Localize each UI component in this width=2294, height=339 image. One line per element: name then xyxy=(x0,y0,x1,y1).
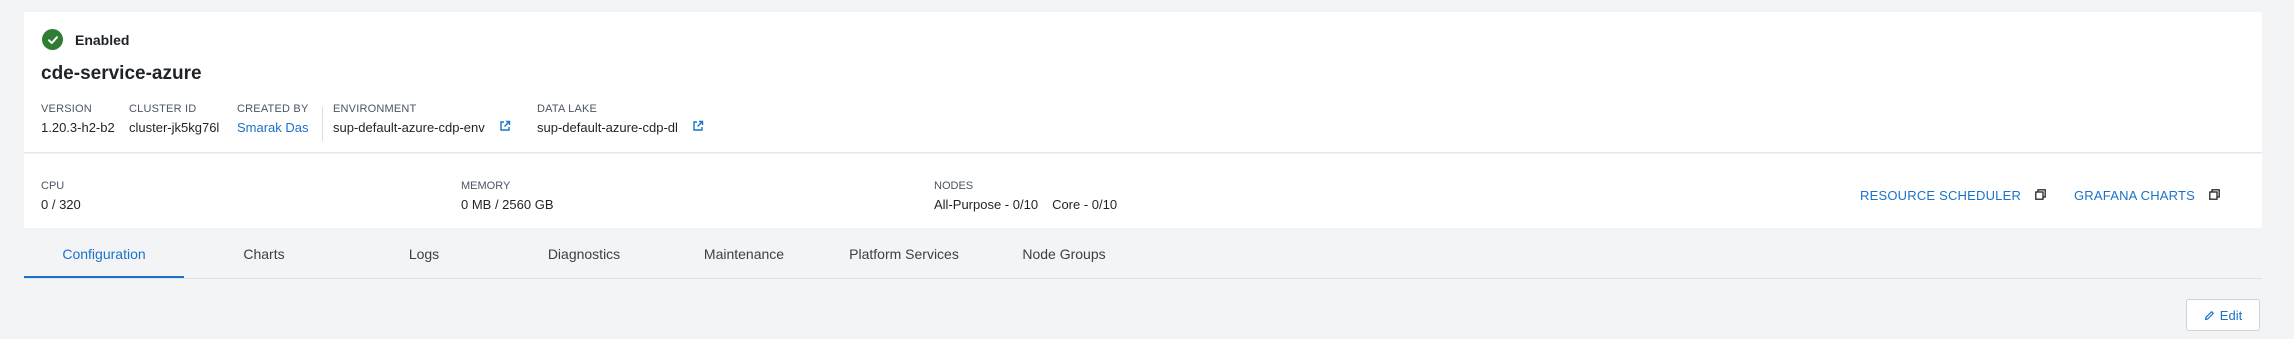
environment-field: ENVIRONMENT sup-default-azure-cdp-env xyxy=(333,103,511,135)
memory-value: 0 MB / 2560 GB xyxy=(461,197,554,212)
resource-scheduler-button[interactable]: RESOURCE SCHEDULER xyxy=(1860,188,2046,203)
created-by-key: CREATED BY xyxy=(237,103,309,115)
tab-platform-services[interactable]: Platform Services xyxy=(824,232,984,276)
version-key: VERSION xyxy=(41,103,92,115)
cpu-key: CPU xyxy=(41,180,65,192)
status-indicator: Enabled xyxy=(42,29,129,50)
grafana-charts-label: GRAFANA CHARTS xyxy=(2074,188,2196,203)
resource-stats-card: CPU 0 / 320 MEMORY 0 MB / 2560 GB NODES … xyxy=(24,154,2262,228)
cluster-id-value: cluster-jk5kg76l xyxy=(129,120,220,135)
nodes-stat: NODES All-Purpose - 0/10 Core - 0/10 xyxy=(934,180,1117,212)
edit-label: Edit xyxy=(2219,307,2243,323)
tab-node-groups[interactable]: Node Groups xyxy=(984,232,1144,276)
data-lake-value: sup-default-azure-cdp-dl xyxy=(537,120,678,135)
service-summary-card: Enabled cde-service-azure VERSION 1.20.3… xyxy=(24,12,2262,153)
service-title: cde-service-azure xyxy=(41,63,202,84)
status-label: Enabled xyxy=(75,31,130,48)
grafana-charts-button[interactable]: GRAFANA CHARTS xyxy=(2074,188,2220,203)
created-by-link[interactable]: Smarak Das xyxy=(237,120,309,135)
resource-scheduler-label: RESOURCE SCHEDULER xyxy=(1860,188,2022,203)
external-link-icon[interactable] xyxy=(499,120,511,135)
nodes-core: Core - 0/10 xyxy=(1052,197,1118,212)
created-by-field: CREATED BY Smarak Das xyxy=(237,103,309,135)
cpu-stat: CPU 0 / 320 xyxy=(41,180,81,212)
memory-key: MEMORY xyxy=(461,180,511,192)
edit-button[interactable]: Edit xyxy=(2186,299,2260,331)
tab-maintenance[interactable]: Maintenance xyxy=(664,232,824,276)
check-circle-icon xyxy=(42,29,63,50)
cpu-value: 0 / 320 xyxy=(41,197,81,212)
environment-key: ENVIRONMENT xyxy=(333,103,417,115)
pencil-icon xyxy=(2204,310,2215,321)
cluster-id-field: CLUSTER ID cluster-jk5kg76l xyxy=(129,103,219,135)
external-link-icon[interactable] xyxy=(692,120,704,135)
tab-configuration[interactable]: Configuration xyxy=(24,232,184,278)
memory-stat: MEMORY 0 MB / 2560 GB xyxy=(461,180,554,212)
tab-diagnostics[interactable]: Diagnostics xyxy=(504,232,664,276)
environment-value: sup-default-azure-cdp-env xyxy=(333,120,485,135)
open-in-new-window-icon xyxy=(2209,188,2220,203)
cluster-id-key: CLUSTER ID xyxy=(129,103,197,115)
tab-logs[interactable]: Logs xyxy=(344,232,504,276)
nodes-key: NODES xyxy=(934,180,974,192)
version-field: VERSION 1.20.3-h2-b2 xyxy=(41,103,115,135)
meta-divider xyxy=(322,107,323,141)
open-in-new-window-icon xyxy=(2035,188,2046,203)
data-lake-field: DATA LAKE sup-default-azure-cdp-dl xyxy=(537,103,704,135)
data-lake-key: DATA LAKE xyxy=(537,103,598,115)
nodes-all-purpose: All-Purpose - 0/10 xyxy=(934,197,1039,212)
tab-charts[interactable]: Charts xyxy=(184,232,344,276)
version-value: 1.20.3-h2-b2 xyxy=(41,120,115,135)
tab-bar: Configuration Charts Logs Diagnostics Ma… xyxy=(24,232,2262,279)
